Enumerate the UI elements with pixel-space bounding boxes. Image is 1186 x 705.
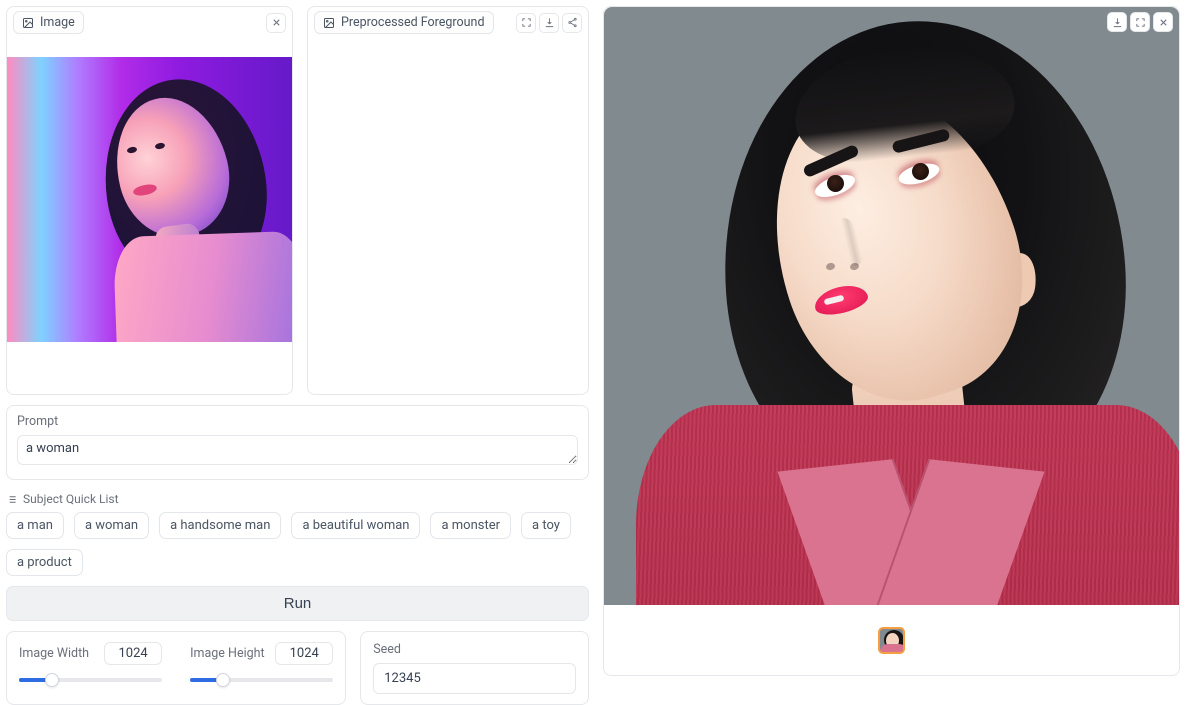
close-icon (1158, 17, 1169, 28)
output-image[interactable] (604, 7, 1179, 605)
image-height-slider[interactable] (190, 673, 333, 687)
foreground-share-button[interactable] (562, 13, 582, 33)
quicklist-chip[interactable]: a man (6, 512, 64, 539)
image-icon (323, 17, 335, 29)
fullscreen-icon (1135, 17, 1146, 28)
seed-label: Seed (373, 642, 576, 657)
foreground-title-text: Preprocessed Foreground (341, 15, 485, 30)
seed-input[interactable] (373, 663, 576, 694)
prompt-label: Prompt (17, 414, 578, 429)
quicklist-chip[interactable]: a woman (74, 512, 149, 539)
image-width-block: Image Width (19, 642, 162, 694)
run-button[interactable]: Run (6, 586, 589, 621)
input-image-title-text: Image (40, 15, 75, 30)
fullscreen-icon (521, 17, 532, 28)
input-image-title: Image (13, 11, 84, 34)
input-image-panel: Image (6, 6, 293, 395)
output-gallery (604, 605, 1179, 675)
list-icon (6, 494, 17, 505)
image-icon (22, 17, 34, 29)
input-image-content (7, 57, 292, 342)
quicklist-chip[interactable]: a toy (521, 512, 571, 539)
image-height-block: Image Height (190, 642, 333, 694)
image-width-input[interactable] (104, 642, 162, 665)
output-fullscreen-button[interactable] (1130, 12, 1150, 32)
foreground-title: Preprocessed Foreground (314, 11, 494, 34)
output-panel (603, 6, 1180, 676)
quicklist-chip[interactable]: a product (6, 549, 83, 576)
subject-quick-list: Subject Quick List a man a woman a hands… (6, 490, 589, 576)
prompt-input[interactable] (17, 435, 578, 465)
foreground-panel: Preprocessed Foreground (307, 6, 589, 395)
quicklist-chip[interactable]: a beautiful woman (291, 512, 420, 539)
image-width-label: Image Width (19, 646, 89, 661)
foreground-download-button[interactable] (539, 13, 559, 33)
dimensions-panel: Image Width Image Height (6, 631, 346, 705)
seed-panel: Seed (360, 631, 589, 705)
foreground-fullscreen-button[interactable] (516, 13, 536, 33)
output-thumbnail[interactable] (878, 627, 905, 654)
input-image-area[interactable] (7, 38, 292, 394)
download-icon (544, 17, 555, 28)
clear-image-button[interactable] (266, 13, 286, 33)
foreground-image-area[interactable] (308, 38, 588, 394)
image-height-input[interactable] (275, 642, 333, 665)
download-icon (1112, 17, 1123, 28)
quicklist-title: Subject Quick List (23, 492, 119, 506)
close-icon (271, 17, 282, 28)
output-download-button[interactable] (1107, 12, 1127, 32)
quicklist-chip[interactable]: a monster (430, 512, 511, 539)
quicklist-chip[interactable]: a handsome man (159, 512, 281, 539)
prompt-panel: Prompt (6, 405, 589, 480)
output-close-button[interactable] (1153, 12, 1173, 32)
share-icon (567, 17, 578, 28)
image-width-slider[interactable] (19, 673, 162, 687)
image-height-label: Image Height (190, 646, 265, 661)
